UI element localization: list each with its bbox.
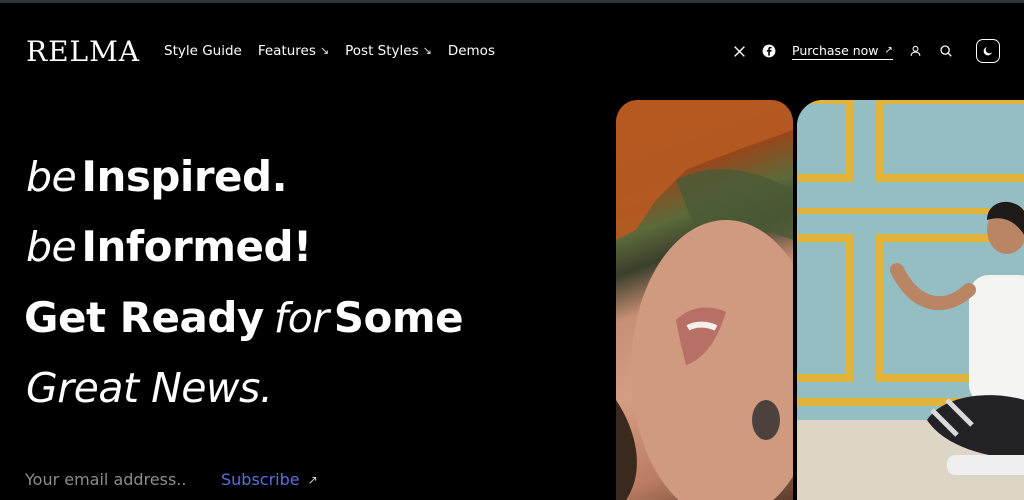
hero-line-3: Get Ready for Some [24, 293, 464, 351]
hero-yoga-image[interactable] [797, 100, 1024, 500]
arrow-down-right-icon: ↘ [422, 44, 432, 57]
hero-line-2-bold: Informed! [81, 222, 312, 271]
purchase-now-link[interactable]: Purchase now ↗ [792, 43, 893, 60]
dark-mode-toggle[interactable] [976, 39, 1000, 63]
hero-line-3-thin: for [273, 294, 329, 342]
hero-line-3-bold-b: Some [333, 293, 464, 342]
hero-line-2: be Informed! [26, 223, 312, 280]
nav-demos-label: Demos [447, 43, 495, 59]
hero-line-1: be Inspired. [26, 152, 288, 210]
hero-line-2-thin: be [26, 223, 77, 271]
hero-line-1-bold: Inspired. [81, 152, 288, 201]
hero-line-4: Great News. [26, 364, 273, 421]
browser-top-line [0, 0, 1024, 3]
nav-post-styles-label: Post Styles [345, 43, 419, 59]
header-actions: Purchase now ↗ [730, 39, 955, 63]
x-icon[interactable] [730, 42, 748, 60]
arrow-up-right-icon: ↗ [884, 44, 893, 56]
arrow-down-right-icon: ↘ [319, 44, 330, 57]
arrow-up-right-icon: ↗ [307, 472, 318, 487]
purchase-label: Purchase now [792, 42, 879, 58]
site-logo[interactable]: RELMA [26, 36, 140, 68]
user-icon[interactable] [907, 42, 925, 60]
nav-features-label: Features [257, 43, 316, 59]
facebook-icon[interactable] [760, 42, 778, 60]
nav-style-guide-label: Style Guide [164, 43, 242, 59]
nav-style-guide[interactable]: Style Guide [164, 42, 242, 60]
hero-line-3-bold-a: Get Ready [24, 293, 264, 342]
main-nav: Style Guide Features ↘ Post Styles ↘ Dem… [164, 42, 495, 60]
nav-features[interactable]: Features ↘ [258, 42, 329, 60]
moon-icon [983, 47, 992, 56]
hero-line-4-thin: Great News. [26, 364, 273, 412]
nav-demos[interactable]: Demos [448, 42, 495, 60]
subscribe-label: Subscribe [221, 470, 300, 489]
email-input[interactable]: Your email address.. [25, 470, 186, 489]
nav-post-styles[interactable]: Post Styles ↘ [345, 42, 432, 60]
subscribe-button[interactable]: Subscribe ↗ [221, 470, 318, 489]
hero-portrait-image[interactable] [616, 100, 793, 500]
search-icon[interactable] [937, 42, 955, 60]
hero-line-1-thin: be [26, 153, 77, 201]
